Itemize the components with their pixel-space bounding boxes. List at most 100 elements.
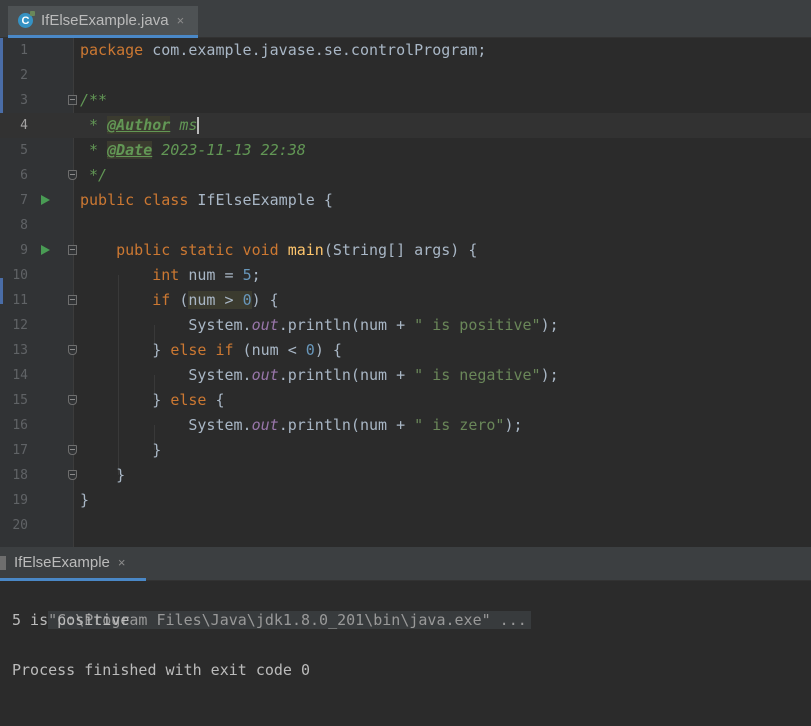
code-line: 15 } else {	[0, 388, 811, 413]
editor-tab-title: IfElseExample.java	[41, 12, 169, 29]
code-text: System.	[188, 316, 252, 334]
line-number: 14	[12, 368, 28, 383]
number-literal: 5	[242, 266, 252, 284]
fold-icon[interactable]	[68, 295, 77, 305]
method-params: (String[] args) {	[323, 241, 478, 259]
code-text: }	[152, 391, 171, 409]
line-number: 11	[12, 293, 28, 308]
run-config-icon	[0, 555, 6, 570]
line-number: 15	[12, 393, 28, 408]
class-declaration: IfElseExample {	[188, 191, 333, 209]
fold-icon[interactable]	[68, 245, 77, 255]
run-tab-bar: IfElseExample ×	[0, 547, 811, 581]
editor-tab-ifelseexample[interactable]: C IfElseExample.java ×	[8, 6, 198, 38]
comment-text: *	[80, 116, 108, 134]
code-line: 6 */	[0, 163, 811, 188]
fold-icon[interactable]	[68, 470, 77, 480]
text-caret	[197, 117, 200, 134]
condition-text: num >	[188, 291, 243, 309]
static-field: out	[251, 366, 279, 384]
code-line: 5 * @Date 2023-11-13 22:38	[0, 138, 811, 163]
code-line: 16 System.out.println(num + " is zero");	[0, 413, 811, 438]
line-number: 18	[12, 468, 28, 483]
string-literal: " is negative"	[414, 366, 541, 384]
number-literal: 0	[305, 341, 315, 359]
keyword: public class	[80, 191, 189, 209]
line-number: 7	[20, 193, 28, 208]
fold-icon[interactable]	[68, 170, 77, 180]
run-gutter-icon[interactable]	[41, 245, 50, 255]
line-number: 16	[12, 418, 28, 433]
fold-icon[interactable]	[68, 95, 77, 105]
code-text: );	[540, 366, 559, 384]
highlighted-condition: num > 0	[188, 291, 252, 309]
line-number: 3	[20, 93, 28, 108]
doc-comment-end: */	[80, 166, 108, 184]
static-field: out	[251, 316, 279, 334]
closing-brace: }	[80, 466, 126, 484]
line-number: 9	[20, 243, 28, 258]
keyword: package	[80, 41, 144, 59]
close-icon[interactable]: ×	[118, 555, 126, 570]
fold-icon[interactable]	[68, 445, 77, 455]
comment-text: *	[80, 141, 108, 159]
code-text: ) {	[314, 341, 342, 359]
fold-icon[interactable]	[68, 395, 77, 405]
code-editor[interactable]: 1 package com.example.javase.se.controlP…	[0, 38, 811, 547]
code-text: );	[504, 416, 523, 434]
javadoc-tag: @Date	[107, 141, 153, 159]
code-line: 10 int num = 5;	[0, 263, 811, 288]
keyword: int	[152, 266, 180, 284]
keyword: else if	[170, 341, 234, 359]
comment-text: 2023-11-13 22:38	[152, 141, 306, 159]
code-text: .println(num +	[278, 366, 415, 384]
run-gutter-icon[interactable]	[41, 195, 50, 205]
code-text: {	[206, 391, 225, 409]
line-number: 5	[20, 143, 28, 158]
code-line: 11 if (num > 0) {	[0, 288, 811, 313]
close-icon[interactable]: ×	[177, 13, 185, 28]
code-text: System.	[188, 366, 252, 384]
code-text: );	[540, 316, 559, 334]
code-line: 12 System.out.println(num + " is positiv…	[0, 313, 811, 338]
line-number: 17	[12, 443, 28, 458]
string-literal: " is zero"	[414, 416, 505, 434]
code-text: }	[152, 341, 171, 359]
console-exit-message: Process finished with exit code 0	[12, 661, 311, 679]
javadoc-tag: @Author	[107, 116, 171, 134]
line-number: 6	[20, 168, 28, 183]
code-line: 1 package com.example.javase.se.controlP…	[0, 38, 811, 63]
line-number: 20	[12, 518, 28, 533]
run-tab-title: IfElseExample	[14, 554, 110, 571]
closing-brace: }	[80, 441, 162, 459]
number-literal: 0	[242, 291, 252, 309]
code-text: .println(num +	[278, 316, 415, 334]
console-output: 5 is positive	[12, 611, 130, 629]
line-number: 2	[20, 68, 28, 83]
line-number: 19	[12, 493, 28, 508]
java-class-icon: C	[18, 11, 35, 28]
line-number: 4	[20, 118, 28, 133]
code-line: 13 } else if (num < 0) {	[0, 338, 811, 363]
static-field: out	[251, 416, 279, 434]
closing-brace: }	[80, 491, 90, 509]
code-text: ) {	[251, 291, 279, 309]
keyword: public static void	[116, 241, 279, 259]
run-tab-ifelseexample[interactable]: IfElseExample ×	[0, 547, 146, 581]
fold-icon[interactable]	[68, 345, 77, 355]
code-line-current: 4 * @Author ms	[0, 113, 811, 138]
code-line: 8	[0, 213, 811, 238]
editor-tab-bar: C IfElseExample.java ×	[0, 0, 811, 38]
method-name: main	[287, 241, 324, 259]
code-line: 2	[0, 63, 811, 88]
line-number: 12	[12, 318, 28, 333]
code-line: 3 /**	[0, 88, 811, 113]
